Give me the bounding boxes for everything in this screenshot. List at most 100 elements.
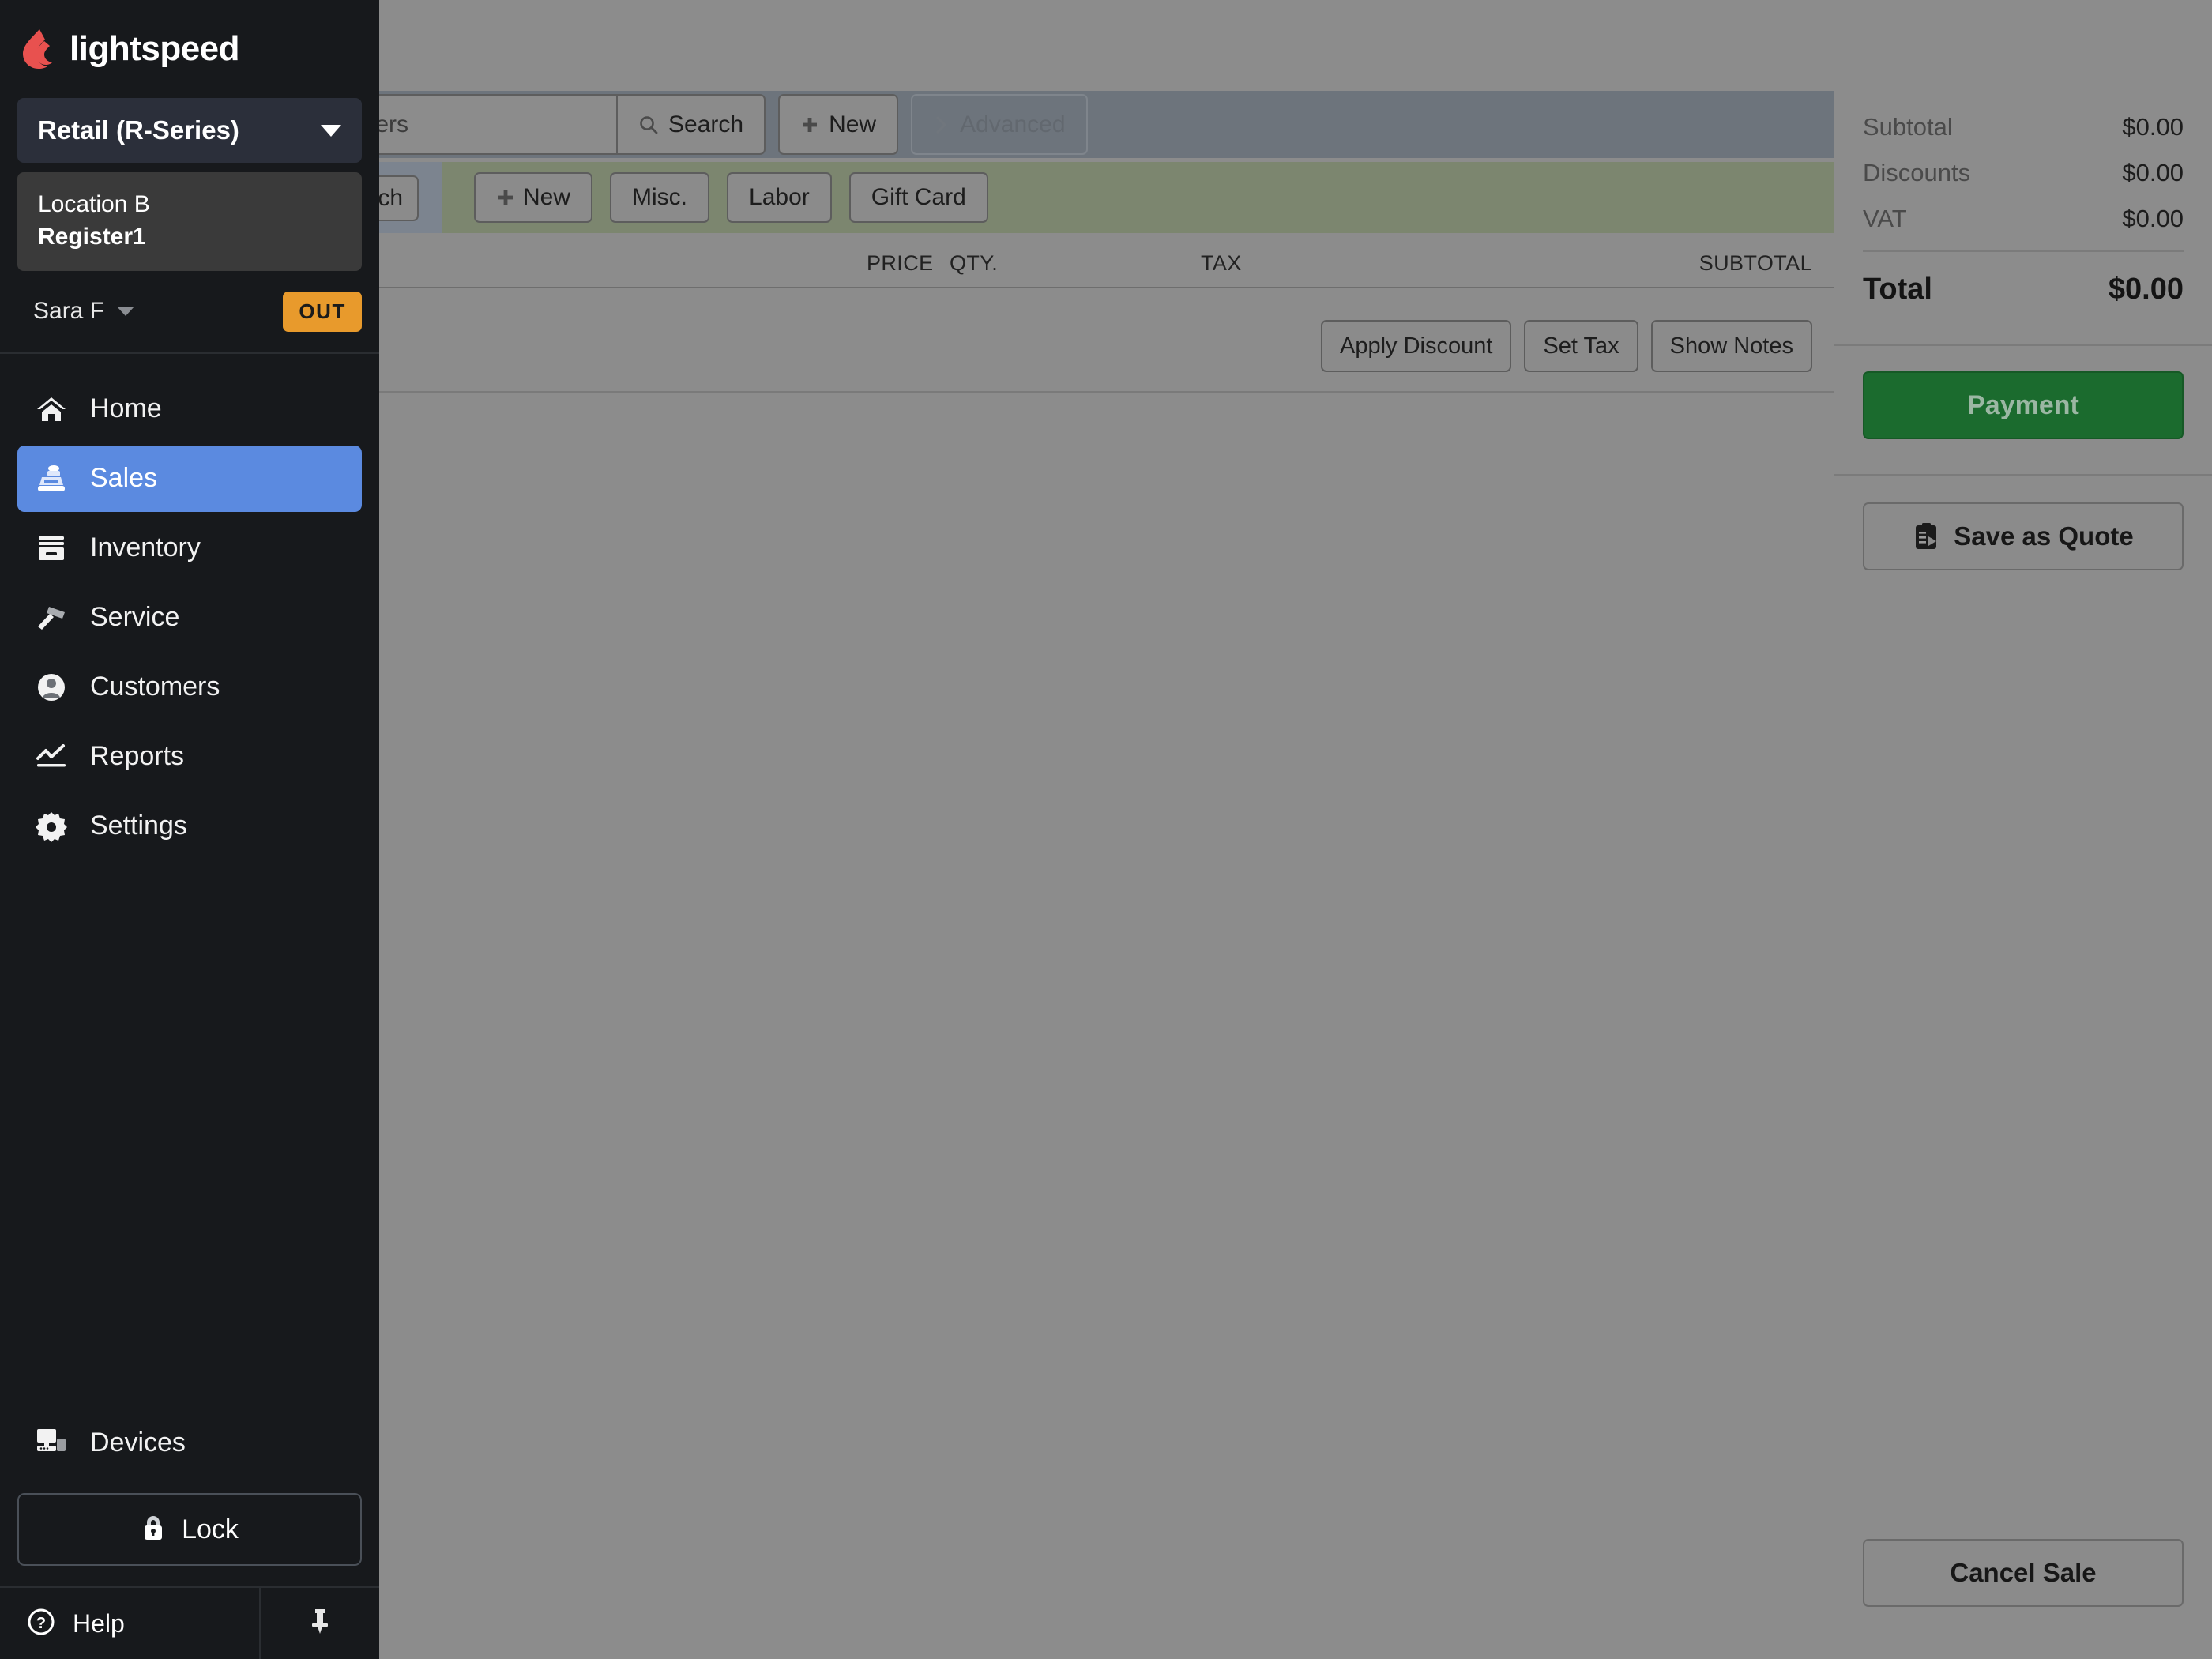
help-button[interactable]: ? Help bbox=[0, 1588, 259, 1659]
chevron-right-icon bbox=[936, 115, 946, 134]
total-label: Total bbox=[1863, 273, 1932, 306]
cancel-sale-button[interactable]: Cancel Sale bbox=[1863, 1539, 2184, 1607]
lightspeed-flame-icon bbox=[23, 29, 52, 69]
brand-name: lightspeed bbox=[70, 29, 240, 68]
pos-application: lightspeed Retail (R-Series) Location B … bbox=[0, 0, 2212, 1659]
home-icon bbox=[35, 395, 68, 423]
gift-card-button[interactable]: Gift Card bbox=[848, 172, 988, 223]
svg-text:?: ? bbox=[36, 1615, 46, 1632]
column-header-subtotal: SUBTOTAL bbox=[1698, 251, 1812, 275]
subtotal-label: Subtotal bbox=[1863, 113, 1953, 141]
cancel-section: Cancel Sale bbox=[1834, 1539, 2212, 1659]
advanced-button[interactable]: Advanced bbox=[911, 94, 1088, 155]
discounts-label: Discounts bbox=[1863, 159, 1971, 186]
product-selector[interactable]: Retail (R-Series) bbox=[17, 98, 362, 163]
labor-button[interactable]: Labor bbox=[727, 172, 832, 223]
brand-logo: lightspeed bbox=[0, 0, 379, 92]
column-header-qty: QTY. bbox=[950, 251, 999, 275]
line-chart-icon bbox=[35, 743, 68, 769]
summary-line: VAT $0.00 bbox=[1863, 205, 2184, 233]
plus-icon bbox=[803, 117, 818, 132]
set-tax-label: Set Tax bbox=[1543, 333, 1620, 359]
apply-discount-button[interactable]: Apply Discount bbox=[1321, 320, 1512, 372]
help-label: Help bbox=[73, 1608, 125, 1638]
status-badge[interactable]: OUT bbox=[283, 291, 362, 332]
new-button-label: New bbox=[829, 111, 877, 137]
summary-total-row: Total $0.00 bbox=[1863, 273, 2184, 307]
misc-label: Misc. bbox=[632, 184, 688, 210]
new-customer-button[interactable]: New bbox=[778, 94, 899, 155]
sidebar-item-label: Sales bbox=[90, 463, 158, 494]
sidebar-nav: Home Sales Inventory Service Customers R… bbox=[0, 354, 379, 863]
save-as-quote-button[interactable]: Save as Quote bbox=[1863, 502, 2184, 570]
lock-button-label: Lock bbox=[182, 1514, 239, 1544]
payment-button[interactable]: Payment bbox=[1863, 371, 2184, 439]
cart-row-actions: Apply Discount Set Tax Show Notes bbox=[1321, 320, 1812, 372]
toolbar-gap bbox=[766, 94, 778, 155]
apply-discount-label: Apply Discount bbox=[1340, 333, 1493, 359]
new-item-label: New bbox=[523, 184, 571, 210]
sidebar-item-customers[interactable]: Customers bbox=[17, 654, 362, 720]
register-info[interactable]: Location B Register1 bbox=[17, 172, 362, 271]
clipboard-icon bbox=[1916, 523, 1937, 549]
cart-divider bbox=[379, 391, 1834, 393]
search-button-label: Search bbox=[668, 111, 744, 137]
misc-button[interactable]: Misc. bbox=[610, 172, 710, 223]
sidebar: lightspeed Retail (R-Series) Location B … bbox=[0, 0, 379, 1659]
sidebar-item-home[interactable]: Home bbox=[17, 376, 362, 442]
summary-totals: Subtotal $0.00 Discounts $0.00 VAT $0.00… bbox=[1834, 91, 2212, 346]
plus-icon bbox=[498, 190, 513, 205]
inventory-box-icon bbox=[35, 534, 68, 562]
user-name: Sara F bbox=[33, 298, 105, 325]
sidebar-item-service[interactable]: Service bbox=[17, 585, 362, 651]
sidebar-item-label: Inventory bbox=[90, 532, 201, 563]
sidebar-item-label: Service bbox=[90, 602, 180, 633]
payment-section: Payment bbox=[1834, 346, 2212, 476]
search-group: Search New Advanced bbox=[276, 94, 1088, 155]
summary-spacer bbox=[1834, 570, 2212, 1539]
summary-line: Discounts $0.00 bbox=[1863, 159, 2184, 187]
save-as-quote-label: Save as Quote bbox=[1954, 521, 2134, 551]
new-item-button[interactable]: New bbox=[474, 172, 593, 223]
search-button[interactable]: Search bbox=[616, 94, 766, 155]
help-bar: ? Help bbox=[0, 1586, 379, 1659]
subtotal-value: $0.00 bbox=[2122, 113, 2184, 141]
sidebar-item-label: Devices bbox=[90, 1427, 186, 1458]
show-notes-button[interactable]: Show Notes bbox=[1650, 320, 1812, 372]
sidebar-item-label: Home bbox=[90, 393, 162, 424]
location-label: Location B bbox=[38, 191, 150, 217]
sidebar-item-inventory[interactable]: Inventory bbox=[17, 515, 362, 581]
sidebar-item-sales[interactable]: Sales bbox=[17, 445, 362, 512]
toolbar-gap bbox=[898, 94, 911, 155]
column-header-price: PRICE bbox=[867, 251, 934, 275]
sidebar-item-reports[interactable]: Reports bbox=[17, 724, 362, 790]
item-action-toolbar: New Misc. Labor Gift Card bbox=[379, 162, 1834, 233]
cancel-sale-label: Cancel Sale bbox=[1950, 1558, 2097, 1587]
set-tax-button[interactable]: Set Tax bbox=[1524, 320, 1638, 372]
summary-line: Subtotal $0.00 bbox=[1863, 113, 2184, 141]
sidebar-item-devices[interactable]: Devices bbox=[17, 1409, 362, 1476]
sidebar-item-label: Customers bbox=[90, 672, 220, 702]
main-content: Search New Advanced bbox=[276, 0, 1834, 1659]
pin-button[interactable] bbox=[259, 1588, 379, 1659]
action-toolbar-buttons: New Misc. Labor Gift Card bbox=[442, 162, 1834, 233]
register-label: Register1 bbox=[38, 224, 146, 250]
quote-section: Save as Quote bbox=[1834, 476, 2212, 570]
lock-button[interactable]: Lock bbox=[17, 1493, 362, 1566]
question-circle-icon: ? bbox=[27, 1608, 55, 1640]
gift-card-label: Gift Card bbox=[871, 184, 966, 210]
user-row[interactable]: Sara F OUT bbox=[0, 271, 379, 354]
chevron-down-icon bbox=[321, 124, 341, 137]
sidebar-item-label: Settings bbox=[90, 811, 187, 841]
search-icon bbox=[640, 115, 658, 134]
sidebar-item-label: Reports bbox=[90, 741, 185, 772]
item-search-button-label: ch bbox=[378, 185, 403, 211]
user-circle-icon bbox=[35, 672, 68, 703]
chevron-down-icon bbox=[117, 307, 135, 317]
labor-label: Labor bbox=[749, 184, 810, 210]
hammer-icon bbox=[35, 604, 68, 632]
sidebar-item-settings[interactable]: Settings bbox=[17, 793, 362, 860]
lock-icon bbox=[141, 1514, 166, 1546]
product-selector-label: Retail (R-Series) bbox=[38, 115, 239, 145]
